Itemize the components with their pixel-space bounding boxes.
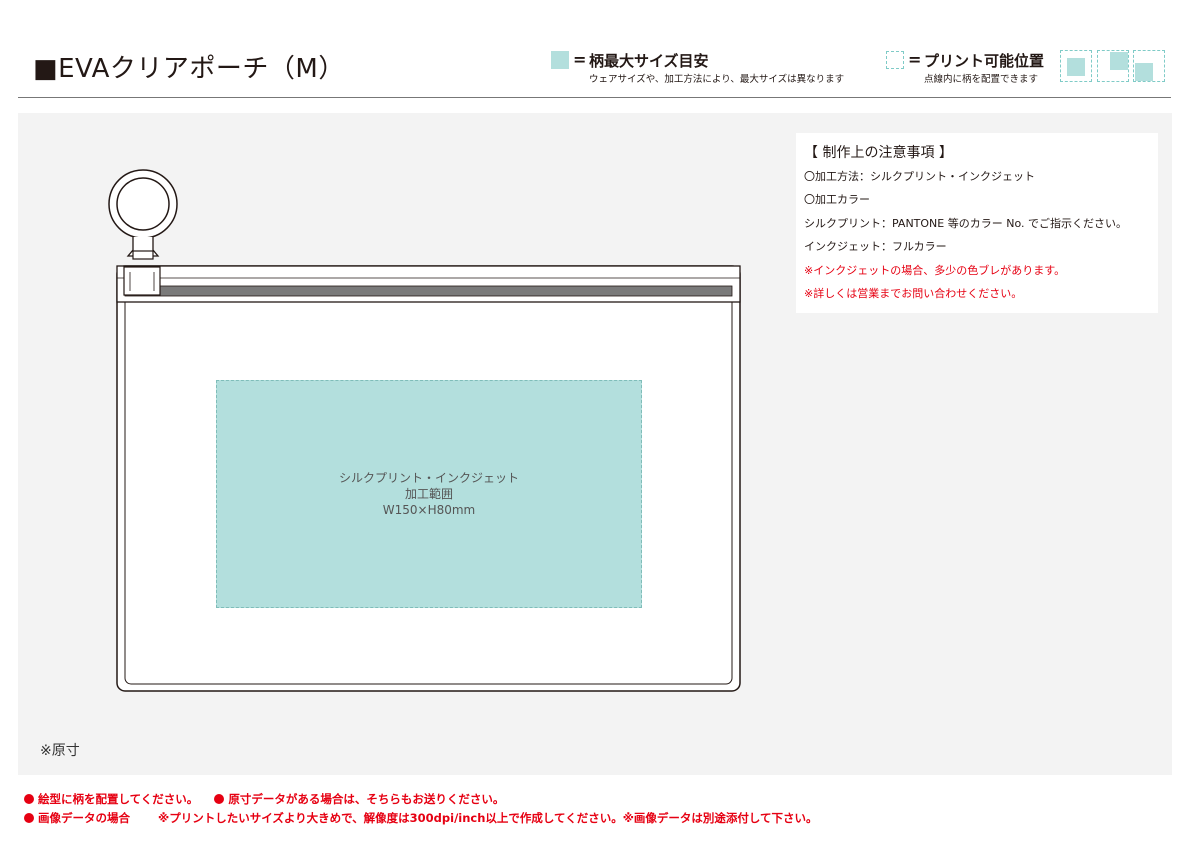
pattern-size-swatch bbox=[551, 51, 569, 69]
notes-line: 〇加工カラー bbox=[804, 193, 870, 206]
position-example-bottom-right-icon bbox=[1133, 50, 1165, 82]
notes-line: インクジェット：フルカラー bbox=[804, 240, 947, 253]
pattern-size-label: 柄最大サイズ目安 bbox=[589, 52, 709, 70]
print-area-method: シルクプリント・インクジェット bbox=[338, 471, 519, 485]
ring-inner bbox=[116, 177, 170, 231]
footer-row-2: 画像データの場合 ※プリントしたいサイズより大きめで、解像度は300dpi/in… bbox=[24, 810, 818, 826]
actual-size-note: ※原寸 bbox=[40, 743, 80, 759]
footer-instruction: 原寸データがある場合は、そちらもお送りください。 bbox=[228, 792, 505, 806]
position-example-top-right-icon bbox=[1097, 50, 1129, 82]
zipper-slider bbox=[123, 266, 161, 296]
page-title: ■EVAクリアポーチ（M） bbox=[33, 54, 345, 84]
notes-heading: 【 制作上の注意事項 】 bbox=[804, 145, 953, 161]
print-position-label: プリント可能位置 bbox=[924, 52, 1045, 70]
header-divider bbox=[18, 97, 1171, 98]
legend-equals-2: = bbox=[908, 50, 922, 69]
pattern-size-note: ウェアサイズや、加工方法により、最大サイズは異なります bbox=[589, 74, 845, 85]
footer-row-1: 絵型に柄を配置してください。 原寸データがある場合は、そちらもお送りください。 bbox=[24, 791, 504, 807]
zipper-band bbox=[116, 265, 741, 303]
notes-line: 〇加工方法：シルクプリント・インクジェット bbox=[804, 169, 1035, 183]
bullet-icon bbox=[24, 794, 34, 804]
footer-instruction: 画像データの場合 bbox=[38, 811, 130, 825]
print-area: シルクプリント・インクジェット 加工範囲 W150×H80mm bbox=[216, 380, 642, 608]
print-position-swatch bbox=[886, 51, 904, 69]
notes-line: シルクプリント：PANTONE 等のカラー No. でご指示ください。 bbox=[804, 216, 1127, 230]
footer-instruction: 絵型に柄を配置してください。 bbox=[38, 792, 199, 806]
position-example-center-icon bbox=[1060, 50, 1092, 82]
legend-equals: = bbox=[573, 50, 587, 69]
notes-warning: ※インクジェットの場合、多少の色ブレがあります。 bbox=[804, 263, 1066, 277]
print-area-label: 加工範囲 bbox=[404, 487, 453, 501]
bullet-icon bbox=[214, 794, 225, 804]
notes-warning: ※詳しくは営業までお問い合わせください。 bbox=[804, 287, 1023, 300]
bullet-icon bbox=[24, 813, 34, 823]
print-area-size: W150×H80mm bbox=[382, 503, 476, 517]
production-notes: 【 制作上の注意事項 】 〇加工方法：シルクプリント・インクジェット 〇加工カラ… bbox=[796, 133, 1158, 313]
zipper-teeth bbox=[124, 285, 733, 297]
slider-top bbox=[132, 250, 154, 260]
footer-instruction: ※プリントしたいサイズより大きめで、解像度は300dpi/inch以上で作成して… bbox=[158, 811, 818, 825]
print-position-note: 点線内に柄を配置できます bbox=[924, 74, 1039, 85]
